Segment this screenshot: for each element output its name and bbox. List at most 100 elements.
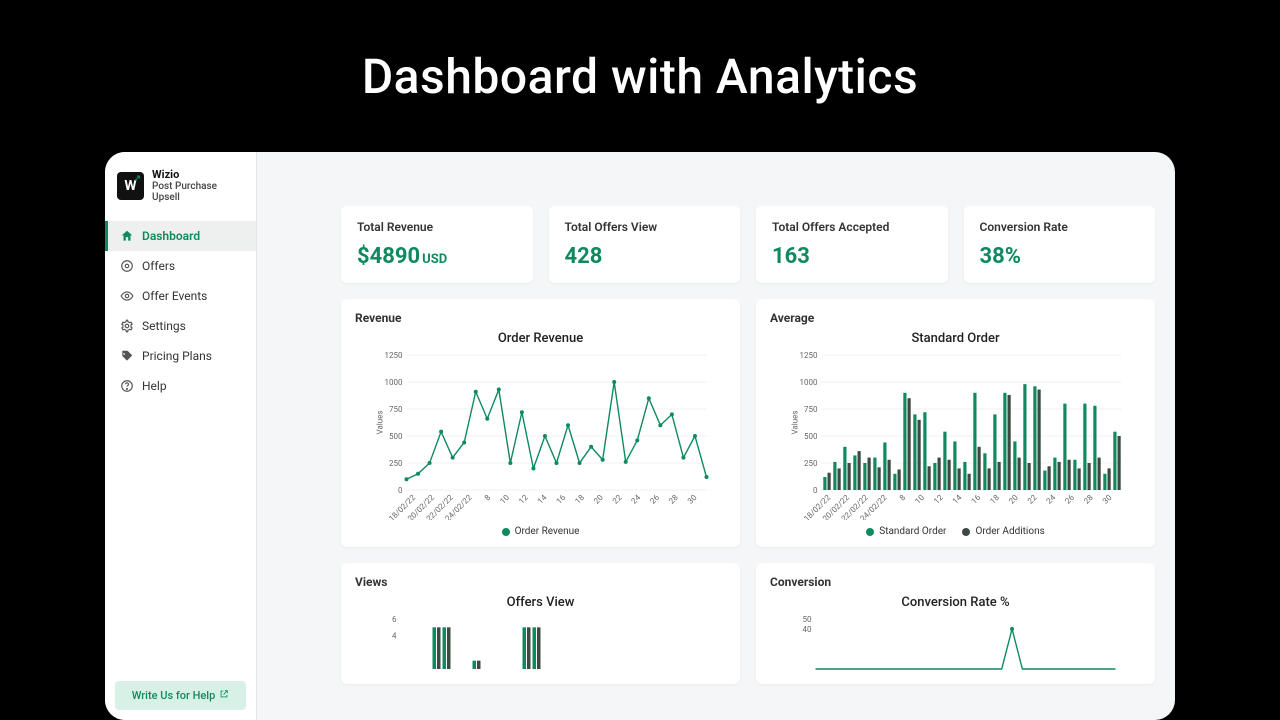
svg-text:750: 750 <box>804 405 818 414</box>
svg-text:12: 12 <box>932 493 945 506</box>
svg-text:14: 14 <box>536 493 549 506</box>
svg-text:10: 10 <box>913 493 926 506</box>
views-chart-svg: 46 <box>355 614 726 674</box>
svg-text:0: 0 <box>813 486 818 495</box>
svg-text:1250: 1250 <box>800 351 818 360</box>
sidebar-item-help[interactable]: Help <box>105 371 256 401</box>
svg-text:26: 26 <box>648 493 661 506</box>
svg-text:14: 14 <box>951 493 964 506</box>
chart-legend: Order Revenue <box>355 526 726 537</box>
stat-cards-row: Total Revenue $4890USD Total Offers View… <box>341 152 1155 283</box>
legend-label: Order Additions <box>975 526 1044 537</box>
svg-text:16: 16 <box>970 493 983 506</box>
svg-text:18: 18 <box>573 493 586 506</box>
svg-text:20: 20 <box>1007 493 1020 506</box>
legend-label: Order Revenue <box>515 526 580 537</box>
chart-title: Order Revenue <box>355 331 726 346</box>
chart-section-label: Average <box>770 311 1141 325</box>
stat-value: $4890 <box>357 244 420 269</box>
svg-text:1250: 1250 <box>385 351 403 360</box>
svg-text:6: 6 <box>392 615 397 624</box>
svg-text:12: 12 <box>517 493 530 506</box>
chart-title: Conversion Rate % <box>770 595 1141 610</box>
legend-item: Standard Order <box>866 526 946 537</box>
svg-text:20: 20 <box>592 493 605 506</box>
svg-text:24: 24 <box>630 493 643 506</box>
chart-title: Standard Order <box>770 331 1141 346</box>
chart-card-conversion: Conversion Conversion Rate % 4050 <box>756 563 1155 684</box>
svg-text:Values: Values <box>376 411 385 435</box>
sidebar-item-label: Offer Events <box>142 289 207 303</box>
charts-row-2: Views Offers View 46 Conversion Conversi… <box>341 563 1155 684</box>
home-icon <box>120 229 134 243</box>
arrow-up-icon: ↗ <box>133 174 141 184</box>
svg-text:250: 250 <box>389 459 403 468</box>
revenue-chart-svg: 025050075010001250Values18/02/2220/02/22… <box>355 350 726 520</box>
svg-text:0: 0 <box>398 486 403 495</box>
legend-dot-icon <box>962 528 970 536</box>
sidebar-item-pricing-plans[interactable]: Pricing Plans <box>105 341 256 371</box>
conversion-chart-svg: 4050 <box>770 614 1141 674</box>
stat-label: Total Revenue <box>357 220 517 234</box>
chart-section-label: Views <box>355 575 726 589</box>
sidebar-item-label: Help <box>142 379 167 393</box>
svg-text:28: 28 <box>1082 493 1095 506</box>
help-icon <box>120 379 134 393</box>
sidebar-item-label: Pricing Plans <box>142 349 212 363</box>
eye-icon <box>120 289 134 303</box>
stat-card-total-offers-view: Total Offers View 428 <box>549 206 741 283</box>
pricetag-icon <box>120 349 134 363</box>
chart-card-average: Average Standard Order 0 250 500 750 1000 125… <box>756 299 1155 547</box>
legend-label: Standard Order <box>879 526 946 537</box>
chart-card-views: Views Offers View 46 <box>341 563 740 684</box>
chart-title: Offers View <box>355 595 726 610</box>
brand: W ↗ Wizio Post Purchase Upsell <box>105 152 256 215</box>
svg-text:30: 30 <box>1101 493 1114 506</box>
svg-text:28: 28 <box>667 493 680 506</box>
stat-label: Conversion Rate <box>980 220 1140 234</box>
sidebar-item-dashboard[interactable]: Dashboard <box>105 221 256 251</box>
svg-text:250: 250 <box>804 459 818 468</box>
svg-text:1000: 1000 <box>385 378 403 387</box>
stat-value: 428 <box>565 244 603 269</box>
svg-text:24: 24 <box>1045 493 1058 506</box>
sidebar-nav: Dashboard Offers Offer Events <box>105 221 256 401</box>
write-us-for-help-button[interactable]: Write Us for Help <box>115 681 246 710</box>
stat-card-total-revenue: Total Revenue $4890USD <box>341 206 533 283</box>
stat-suffix: USD <box>422 252 447 267</box>
svg-text:8: 8 <box>898 493 908 503</box>
stat-label: Total Offers View <box>565 220 725 234</box>
stat-value: 163 <box>772 244 810 269</box>
sidebar-item-label: Dashboard <box>142 229 200 243</box>
sidebar: W ↗ Wizio Post Purchase Upsell Dashboard <box>105 152 257 720</box>
sidebar-item-settings[interactable]: Settings <box>105 311 256 341</box>
sidebar-item-offers[interactable]: Offers <box>105 251 256 281</box>
gear-icon <box>120 319 134 333</box>
svg-text:16: 16 <box>555 493 568 506</box>
svg-text:50: 50 <box>803 615 812 624</box>
svg-text:22: 22 <box>611 493 624 506</box>
stat-value: 38% <box>980 244 1022 269</box>
chart-card-revenue: Revenue Order Revenue 025050075010001250… <box>341 299 740 547</box>
svg-text:10: 10 <box>498 493 511 506</box>
help-button-label: Write Us for Help <box>132 689 216 702</box>
svg-text:1000: 1000 <box>800 378 818 387</box>
svg-text:22: 22 <box>1026 493 1039 506</box>
tag-icon <box>120 259 134 273</box>
svg-text:4: 4 <box>392 632 397 641</box>
svg-text:500: 500 <box>804 432 818 441</box>
svg-text:750: 750 <box>389 405 403 414</box>
legend-item: Order Additions <box>962 526 1044 537</box>
brand-name: Wizio <box>152 168 244 181</box>
stat-label: Total Offers Accepted <box>772 220 932 234</box>
chart-section-label: Revenue <box>355 311 726 325</box>
sidebar-item-offer-events[interactable]: Offer Events <box>105 281 256 311</box>
app-window: W ↗ Wizio Post Purchase Upsell Dashboard <box>105 152 1175 720</box>
stat-card-conversion-rate: Conversion Rate 38% <box>964 206 1156 283</box>
average-chart-svg: 025050075010001250Values18/02/2220/02/22… <box>770 350 1141 520</box>
legend-dot-icon <box>502 528 510 536</box>
hero-title: Dashboard with Analytics <box>0 48 1280 105</box>
svg-text:26: 26 <box>1063 493 1076 506</box>
sidebar-item-label: Settings <box>142 319 186 333</box>
svg-text:Values: Values <box>791 411 800 435</box>
